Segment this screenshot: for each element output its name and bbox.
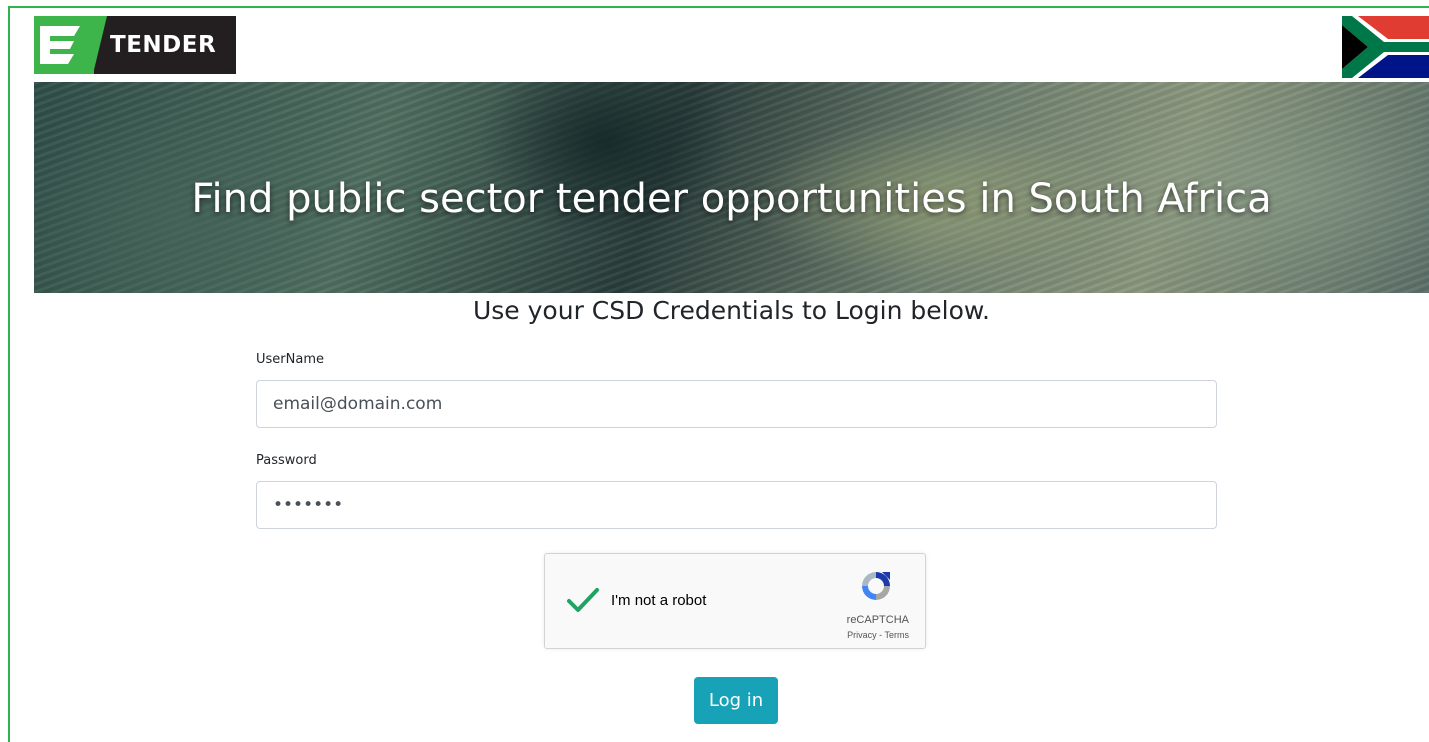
- password-input[interactable]: [256, 481, 1217, 529]
- recaptcha-widget: I'm not a robot reCAPTCHA Privacy - Term…: [544, 553, 926, 649]
- etender-logo[interactable]: TENDER: [34, 16, 236, 74]
- recaptcha-logo-icon: [858, 568, 894, 604]
- terms-link[interactable]: Terms: [885, 630, 910, 640]
- recaptcha-label: I'm not a robot: [611, 592, 707, 609]
- password-label: Password: [256, 453, 317, 468]
- links-separator: -: [876, 630, 885, 640]
- username-label: UserName: [256, 352, 324, 367]
- hero-banner: Find public sector tender opportunities …: [34, 82, 1429, 293]
- login-form: UserName Password: [256, 352, 1217, 529]
- checkmark-icon: [567, 588, 599, 612]
- privacy-link[interactable]: Privacy: [847, 630, 877, 640]
- recaptcha-links: Privacy - Terms: [847, 630, 909, 640]
- recaptcha-brand: reCAPTCHA: [846, 614, 909, 626]
- recaptcha-checkbox[interactable]: [565, 582, 601, 618]
- banner-title: Find public sector tender opportunities …: [191, 176, 1272, 222]
- logo-text: TENDER: [93, 16, 236, 74]
- south-africa-flag-icon: [1342, 16, 1429, 78]
- login-subtitle: Use your CSD Credentials to Login below.: [472, 296, 990, 325]
- login-button[interactable]: Log in: [694, 677, 778, 724]
- etender-e-icon: [34, 16, 94, 74]
- username-input[interactable]: [256, 380, 1217, 428]
